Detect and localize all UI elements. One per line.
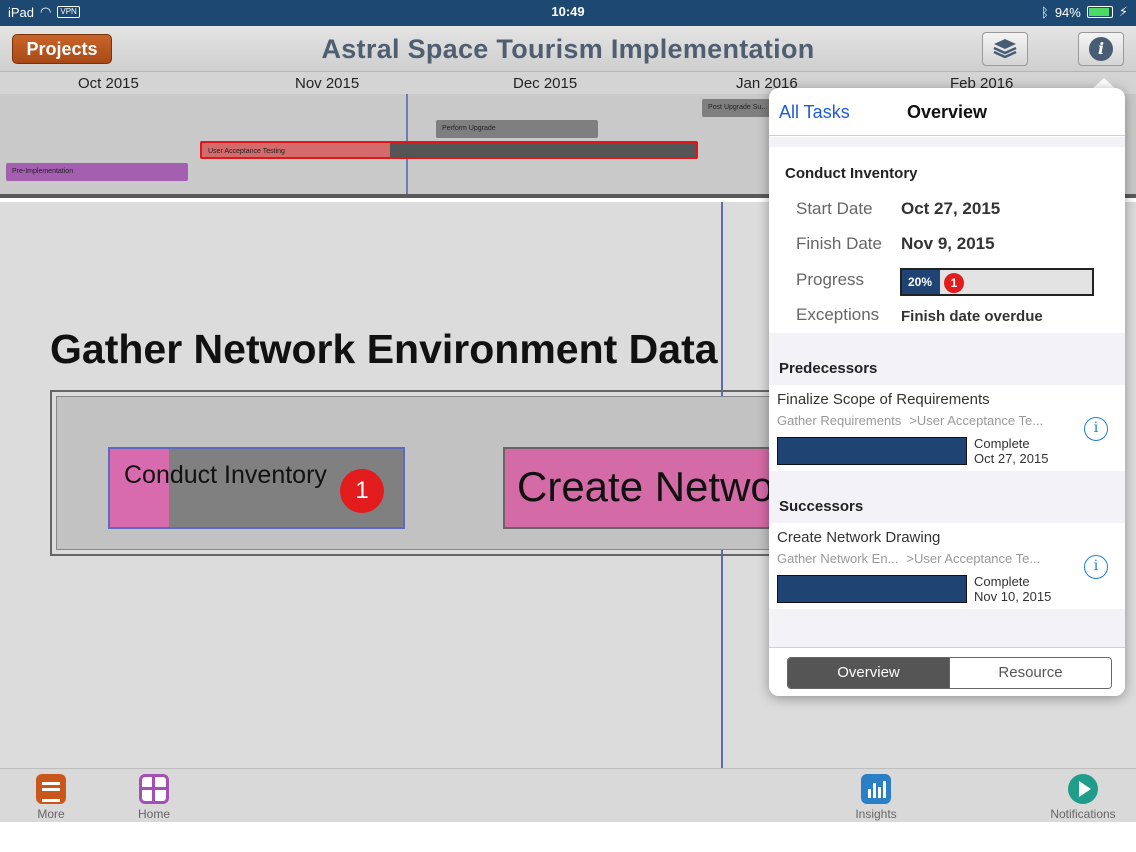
task-box-conduct-inventory[interactable]: Conduct Inventory 1 (108, 447, 405, 529)
bottom-margin (0, 822, 1136, 852)
toolbar-label: Notifications (1050, 807, 1116, 821)
timeline-bar-perform-upgrade[interactable]: Perform Upgrade (436, 120, 598, 138)
task-detail-section: Conduct Inventory Start Date Oct 27, 201… (769, 147, 1125, 333)
bottom-toolbar: More Home Insights Notifications (0, 768, 1136, 822)
status-text: Complete (974, 574, 1030, 589)
predecessor-row[interactable]: Finalize Scope of Requirements Gather Re… (769, 385, 1125, 471)
battery-icon (1086, 6, 1113, 18)
charging-icon: ⚡ (1118, 4, 1128, 19)
play-icon (1068, 774, 1098, 804)
progress-bar: 20% 1 (900, 268, 1094, 296)
popover-content[interactable]: Conduct Inventory Start Date Oct 27, 201… (769, 137, 1125, 647)
path-parent: Gather Network En... (777, 551, 899, 566)
all-tasks-back-button[interactable]: All Tasks (779, 102, 850, 123)
view-segmented-control: Overview Resource (787, 657, 1112, 689)
task-box-create-network-drawing[interactable]: Create Network Drawing (503, 447, 783, 529)
task-label: Create Network Drawing (517, 463, 781, 510)
bluetooth-icon: ᛒ (1041, 4, 1049, 20)
app-header: Projects Astral Space Tourism Implementa… (0, 26, 1136, 72)
task-label: Conduct Inventory (124, 461, 327, 489)
exception-badge: 1 (944, 273, 964, 293)
related-task-status: Complete Nov 10, 2015 (974, 574, 1051, 604)
finish-date-label: Finish Date (796, 234, 882, 253)
path-parent: Gather Requirements (777, 413, 902, 428)
timeline-bar-label: User Acceptance Testing (208, 148, 285, 155)
info-icon[interactable]: i (1084, 417, 1108, 441)
finish-date-value: Nov 9, 2015 (901, 234, 995, 253)
grid-icon (139, 774, 169, 804)
progress-label: Progress (796, 270, 865, 289)
layers-button[interactable] (982, 32, 1028, 66)
toolbar-more-button[interactable]: More (30, 774, 72, 821)
task-overview-popover: All Tasks Overview Conduct Inventory Sta… (769, 88, 1125, 696)
related-task-progress-bar (777, 437, 967, 465)
status-date: Nov 10, 2015 (974, 589, 1052, 604)
info-icon[interactable]: i (1084, 555, 1108, 579)
battery-percent: 94% (1054, 4, 1081, 20)
group-title: Gather Network Environment Data (50, 326, 718, 372)
exceptions-value: Finish date overdue (901, 308, 1043, 325)
exceptions-label: Exceptions (796, 305, 880, 324)
layers-icon (993, 39, 1017, 59)
popover-footer: Overview Resource (769, 647, 1125, 696)
related-task-path: Gather Network En... >User Acceptance Te.… (777, 551, 1040, 566)
info-icon: i (1089, 37, 1113, 61)
successors-header: Successors (779, 498, 864, 515)
status-date: Oct 27, 2015 (974, 451, 1049, 466)
clock: 10:49 (551, 4, 585, 19)
menu-icon (36, 774, 66, 804)
related-task-status: Complete Oct 27, 2015 (974, 436, 1048, 466)
status-bar: iPad ◠ VPN 10:49 ᛒ 94% ⚡ (0, 0, 1136, 26)
toolbar-insights-button[interactable]: Insights (852, 774, 900, 821)
toolbar-home-button[interactable]: Home (132, 774, 176, 821)
progress-percent: 20% (908, 275, 933, 289)
info-button[interactable]: i (1078, 32, 1124, 66)
start-date-label: Start Date (796, 199, 873, 218)
popover-title: Overview (907, 102, 988, 122)
toolbar-label: More (37, 807, 65, 821)
related-task-name: Create Network Drawing (777, 529, 941, 546)
segment-overview[interactable]: Overview (788, 658, 949, 688)
project-title: Astral Space Tourism Implementation (321, 34, 815, 64)
popover-nav-bar: All Tasks Overview (769, 88, 1125, 136)
task-name: Conduct Inventory (785, 165, 918, 182)
bar-chart-icon (861, 774, 891, 804)
month-label: Dec 2015 (513, 75, 578, 92)
toolbar-label: Insights (855, 807, 897, 821)
timeline-bar-user-acceptance[interactable]: User Acceptance Testing (200, 141, 698, 159)
predecessors-header: Predecessors (779, 360, 878, 377)
start-date-value: Oct 27, 2015 (901, 199, 1001, 218)
toolbar-label: Home (137, 807, 170, 821)
exception-badge: 1 (340, 469, 384, 513)
timeline-bar-pre-implementation[interactable]: Pre-Implementation (6, 163, 188, 181)
successor-row[interactable]: Create Network Drawing Gather Network En… (769, 523, 1125, 609)
related-task-path: Gather Requirements >User Acceptance Te..… (777, 413, 1043, 428)
toolbar-notifications-button[interactable]: Notifications (1046, 774, 1120, 821)
related-task-name: Finalize Scope of Requirements (777, 391, 990, 408)
month-label: Oct 2015 (78, 75, 139, 92)
month-label: Nov 2015 (295, 75, 360, 92)
related-task-progress-bar (777, 575, 967, 603)
status-text: Complete (974, 436, 1030, 451)
segment-resource[interactable]: Resource (949, 658, 1111, 688)
path-ancestor: >User Acceptance Te... (909, 413, 1044, 428)
path-ancestor: >User Acceptance Te... (906, 551, 1041, 566)
